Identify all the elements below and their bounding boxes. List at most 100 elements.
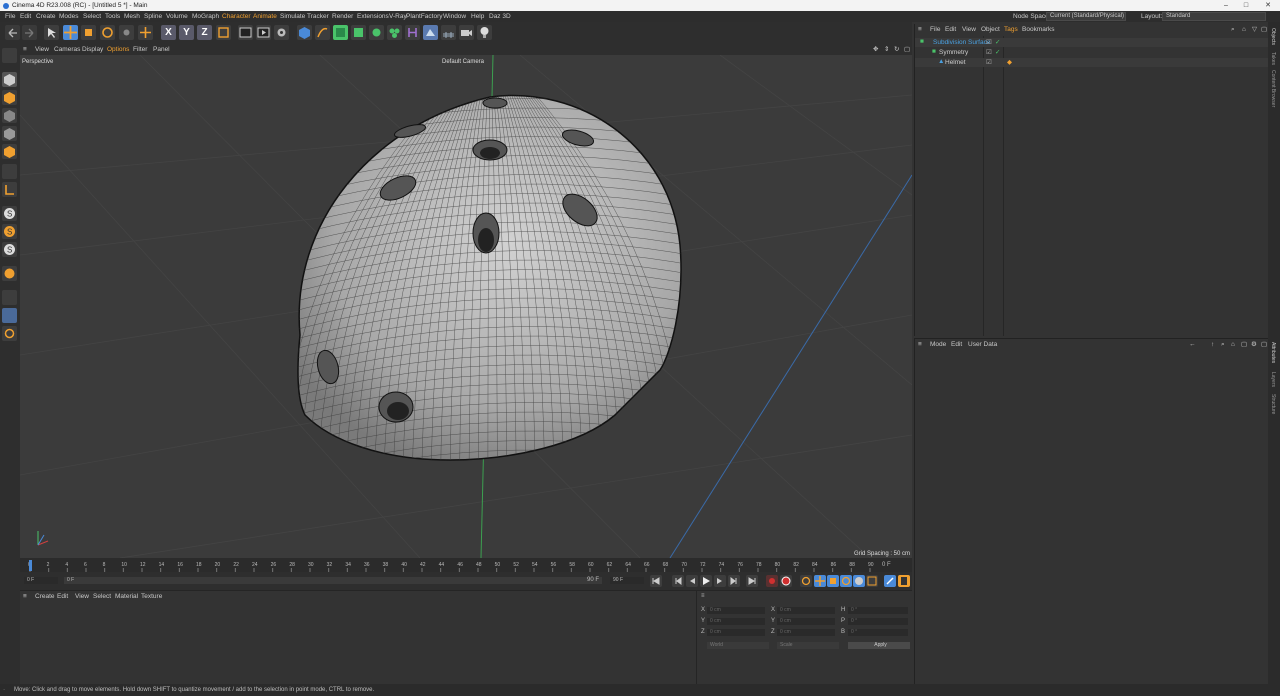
menu-mograph[interactable]: MoGraph [192,11,219,22]
material-menu-icon[interactable]: ≡ [23,591,27,602]
viewport-menu-icon[interactable]: ≡ [23,44,27,55]
field-icon[interactable] [405,25,420,40]
generator-icon[interactable] [351,25,366,40]
object-row-subdivision[interactable]: ■ Subdivision Surface ☑ ✓ [915,38,1269,47]
light-icon[interactable] [477,25,492,40]
objmgr-new-icon[interactable]: ▢ [1261,24,1267,36]
current-frame-field[interactable]: 0 F [24,577,58,584]
enabled-check-icon[interactable]: ✓ [995,48,1000,56]
obj-menu-tags[interactable]: Tags [1004,24,1018,36]
menu-daz3d[interactable]: Daz 3D [489,11,511,22]
objmgr-home-icon[interactable]: ⌂ [1242,24,1246,36]
menu-help[interactable]: Help [471,11,484,22]
attr-menu-userdata[interactable]: User Data [968,339,997,351]
snap-settings-icon[interactable]: S [2,224,17,239]
tab-structure[interactable]: Structure [1270,394,1276,414]
mat-menu-texture[interactable]: Texture [141,591,162,602]
rot-p-field[interactable]: 0 ° [848,618,908,625]
menu-character[interactable]: Character [222,11,251,22]
mat-menu-material[interactable]: Material [115,591,138,602]
scene-icon[interactable] [423,25,438,40]
size-y-field[interactable]: 0 cm [777,618,835,625]
key-position-icon[interactable] [814,575,826,587]
max-frame-field[interactable]: 90 F [610,577,644,584]
goto-start-icon[interactable] [650,575,662,587]
undo-icon[interactable] [5,25,20,40]
menu-tracker[interactable]: Tracker [307,11,329,22]
attr-back-icon[interactable]: ← [1189,339,1196,351]
add-tool-icon[interactable] [138,25,153,40]
sculpt-icon[interactable] [2,266,17,281]
pen-spline-icon[interactable] [315,25,330,40]
attr-menu-edit[interactable]: Edit [951,339,962,351]
mograph-cloner-icon[interactable] [369,25,384,40]
obj-menu-bookmarks[interactable]: Bookmarks [1022,24,1055,36]
vp-dolly-icon[interactable]: ⇕ [884,44,889,55]
next-key-icon[interactable] [728,575,740,587]
attr-new-icon[interactable]: ▢ [1261,339,1267,351]
objmgr-menu-icon[interactable]: ≡ [918,24,922,36]
close-button[interactable]: ✕ [1258,0,1278,11]
uv-mode-icon[interactable] [2,164,17,179]
workplane-icon[interactable] [2,290,17,305]
menu-vray[interactable]: V-Ray [389,11,407,22]
phong-tag-icon[interactable]: ◆ [1007,58,1012,66]
solo-icon[interactable] [2,326,17,341]
time-cursor[interactable] [29,560,32,571]
key-rotation-icon[interactable] [840,575,852,587]
frame-range-slider[interactable]: 0 F [64,577,602,584]
rot-b-field[interactable]: 0 ° [848,629,908,636]
node-space-dropdown[interactable]: Current (Standard/Physical) [1046,12,1126,21]
attr-search-icon[interactable]: ⌕ [1221,339,1225,351]
helmet-mesh[interactable] [280,85,700,496]
mat-menu-edit[interactable]: Edit [57,591,68,602]
mat-menu-select[interactable]: Select [93,591,111,602]
points-mode-icon[interactable] [2,108,17,123]
move-tool-icon[interactable] [63,25,78,40]
size-x-field[interactable]: 0 cm [777,607,835,614]
subdivision-surface-icon[interactable] [333,25,348,40]
camera-label[interactable]: Default Camera [442,59,485,65]
mat-menu-view[interactable]: View [75,591,89,602]
next-frame-icon[interactable] [714,575,726,587]
menu-animate[interactable]: Animate [253,11,277,22]
coordinate-mode-dropdown[interactable]: World [707,642,769,649]
pos-y-field[interactable]: 0 cm [707,618,765,625]
record-keys-icon[interactable] [766,575,778,587]
menu-file[interactable]: File [5,11,15,22]
size-mode-dropdown[interactable]: Scale [777,642,839,649]
vp-menu-view[interactable]: View [35,44,49,55]
cube-object-icon[interactable] [297,25,312,40]
attrmgr-menu-icon[interactable]: ≡ [918,339,922,351]
maximize-button[interactable]: □ [1236,0,1256,11]
key-pla-icon[interactable] [866,575,878,587]
viewport[interactable]: Perspective Default Camera Grid Spacing … [20,55,912,558]
keyframe-selection-icon[interactable] [800,575,812,587]
render-picture-viewer-icon[interactable] [256,25,271,40]
timeline-ruler[interactable]: 0246810121416182022242628303234363840424… [20,558,912,572]
mat-menu-create[interactable]: Create [35,591,55,602]
layout-dropdown[interactable]: Standard [1162,12,1266,21]
pos-z-field[interactable]: 0 cm [707,629,765,636]
camera-icon[interactable] [459,25,474,40]
coords-menu-icon[interactable]: ≡ [701,593,705,599]
last-tool-icon[interactable] [119,25,134,40]
tab-takes[interactable]: Takes [1270,52,1276,65]
vp-menu-panel[interactable]: Panel [153,44,170,55]
model-mode-icon[interactable] [2,72,17,87]
objmgr-filter-icon[interactable]: ▽ [1252,24,1257,36]
attr-bookmark-icon[interactable]: ⌂ [1231,339,1235,351]
vp-menu-filter[interactable]: Filter [133,44,147,55]
deformer-icon[interactable] [387,25,402,40]
visibility-toggle[interactable]: ☑ [986,58,992,66]
visibility-toggle[interactable]: ☑ [986,38,992,46]
attr-lock-icon[interactable]: ▢ [1241,339,1247,351]
minimize-button[interactable]: – [1216,0,1236,11]
goto-end-icon[interactable] [746,575,758,587]
obj-menu-edit[interactable]: Edit [945,24,956,36]
obj-menu-view[interactable]: View [962,24,976,36]
scale-tool-icon[interactable] [81,25,96,40]
render-view-icon[interactable] [238,25,253,40]
size-z-field[interactable]: 0 cm [777,629,835,636]
menu-spline[interactable]: Spline [144,11,162,22]
